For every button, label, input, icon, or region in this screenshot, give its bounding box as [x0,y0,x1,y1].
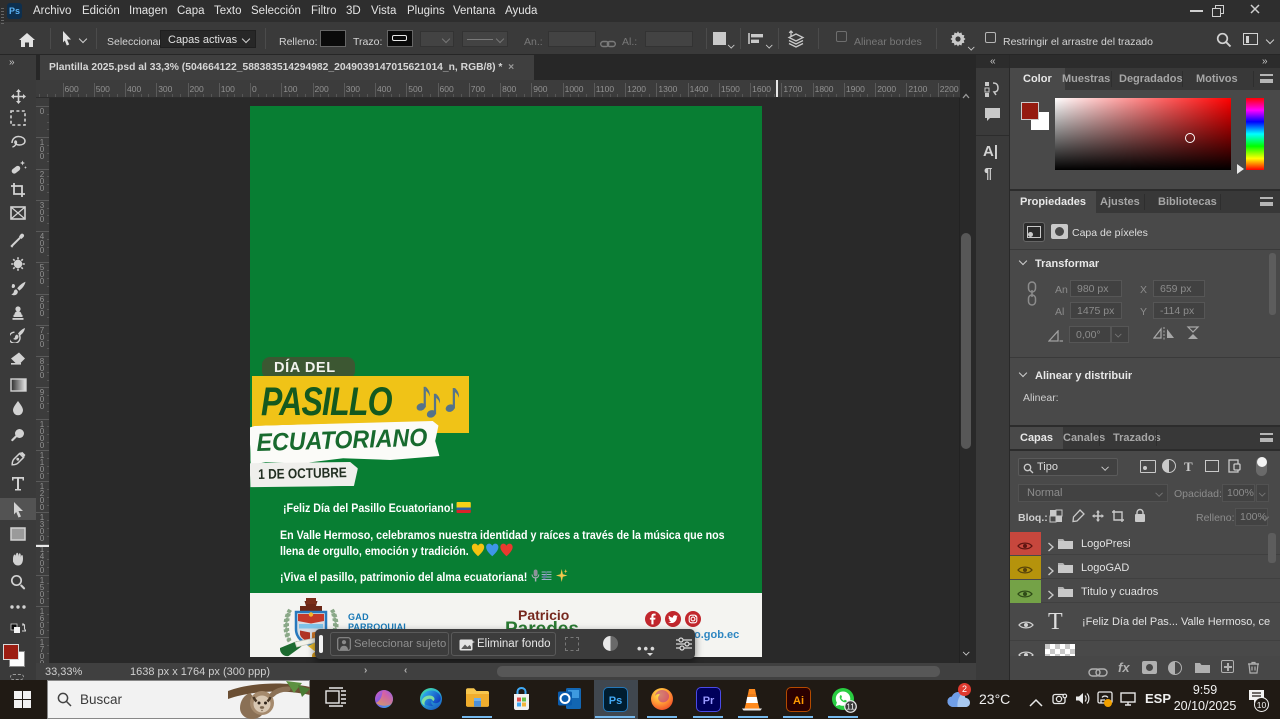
svg-text:Ai: Ai [793,695,804,707]
svg-text:Pr: Pr [703,695,715,707]
svg-text:Ps: Ps [609,695,622,707]
svg-text:11: 11 [846,703,855,712]
